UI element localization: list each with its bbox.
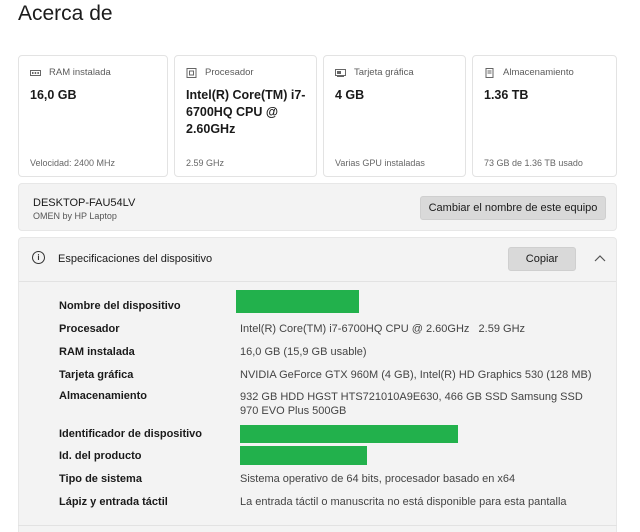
spec-value: La entrada táctil o manuscrita no está d… (240, 496, 567, 508)
spec-label: Procesador (59, 323, 120, 335)
spec-label: Identificador de dispositivo (59, 428, 203, 440)
spec-label: Id. del producto (59, 450, 142, 462)
ram-card-sub: Velocidad: 2400 MHz (30, 158, 116, 168)
storage-card-value: 1.36 TB (484, 88, 529, 102)
storage-card-sub: 73 GB de 1.36 TB usado (484, 158, 583, 168)
spec-label: RAM instalada (59, 346, 135, 358)
device-model: OMEN by HP Laptop (33, 211, 117, 221)
graphics-card-value: 4 GB (335, 88, 365, 102)
spec-value: 932 GB HDD HGST HTS721010A9E630, 466 GB … (240, 391, 583, 417)
storage-icon (484, 67, 495, 78)
spec-label: Tarjeta gráfica (59, 369, 134, 381)
specifications-header[interactable]: i Especificaciones del dispositivo Copia… (19, 238, 616, 282)
redacted-device-name (236, 290, 359, 313)
spec-label: Lápiz y entrada táctil (59, 496, 168, 508)
page-title: Acerca de (18, 2, 113, 25)
graphics-card-icon (335, 68, 346, 78)
chevron-up-icon[interactable] (593, 251, 607, 262)
divider (18, 525, 617, 526)
spec-value: Intel(R) Core(TM) i7-6700HQ CPU @ 2.60GH… (240, 323, 526, 335)
ram-card-value: 16,0 GB (30, 88, 77, 102)
storage-card-label: Almacenamiento (503, 67, 574, 78)
spec-label: Almacenamiento (59, 390, 148, 402)
spec-value: 16,0 GB (15,9 GB usable) (240, 346, 367, 358)
spec-label: Nombre del dispositivo (59, 300, 181, 312)
device-name-bar: DESKTOP-FAU54LV OMEN by HP Laptop Cambia… (18, 183, 617, 231)
processor-card-value: Intel(R) Core(TM) i7-6700HQ CPU @ 2.60GH… (186, 88, 306, 136)
processor-card-label: Procesador (205, 67, 254, 78)
graphics-card-label: Tarjeta gráfica (354, 67, 414, 78)
storage-card: Almacenamiento 1.36 TB 73 GB de 1.36 TB … (472, 55, 617, 177)
spec-value: NVIDIA GeForce GTX 960M (4 GB), Intel(R)… (240, 369, 592, 381)
processor-card: Procesador Intel(R) Core(TM) i7-6700HQ C… (174, 55, 317, 177)
ram-card: RAM instalada 16,0 GB Velocidad: 2400 MH… (18, 55, 168, 177)
rename-device-button[interactable]: Cambiar el nombre de este equipo (420, 196, 606, 220)
info-icon: i (32, 251, 45, 264)
ram-icon (30, 68, 41, 78)
graphics-card-sub: Varias GPU instaladas (335, 158, 425, 168)
spec-label: Tipo de sistema (59, 473, 142, 485)
processor-icon (186, 67, 197, 78)
spec-value: Sistema operativo de 64 bits, procesador… (240, 473, 516, 485)
processor-card-sub: 2.59 GHz (186, 158, 225, 168)
ram-card-label: RAM instalada (49, 67, 111, 78)
device-name: DESKTOP-FAU54LV (33, 197, 136, 209)
device-specifications-panel: i Especificaciones del dispositivo Copia… (18, 237, 617, 532)
specifications-title: Especificaciones del dispositivo (58, 253, 213, 265)
copy-button[interactable]: Copiar (508, 247, 576, 271)
graphics-card: Tarjeta gráfica 4 GB Varias GPU instalad… (323, 55, 466, 177)
redacted-product-id (240, 446, 367, 465)
redacted-device-id (240, 425, 458, 443)
